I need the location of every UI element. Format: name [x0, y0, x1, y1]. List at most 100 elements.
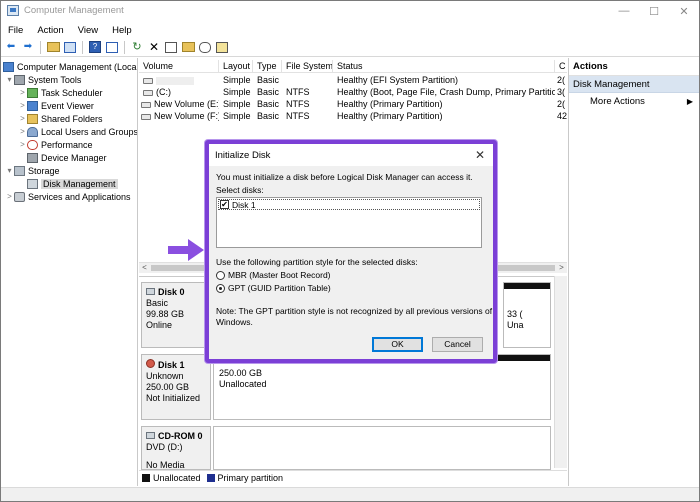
column-capacity[interactable]: C [555, 60, 567, 73]
properties-icon[interactable] [105, 40, 119, 54]
expand-arrow-icon[interactable]: > [18, 88, 27, 97]
more-actions-item[interactable]: More Actions ▶ [569, 93, 699, 110]
toolbar-separator [82, 40, 83, 54]
disk-row-cdrom-0[interactable]: CD-ROM 0 DVD (D:) No Media [139, 426, 553, 471]
legend-unallocated-swatch [142, 473, 150, 482]
column-status[interactable]: Status [333, 60, 555, 73]
settings-icon[interactable] [215, 40, 229, 54]
table-row[interactable]: Simple Basic Healthy (EFI System Partiti… [139, 74, 567, 86]
dialog-close-icon[interactable]: ✕ [472, 147, 488, 163]
expand-arrow-icon[interactable]: > [18, 101, 27, 110]
dialog-title-bar: Initialize Disk ✕ [209, 144, 493, 166]
navigation-tree: Computer Management (Local ▾ System Tool… [1, 58, 138, 486]
menu-view[interactable]: View [71, 25, 105, 36]
open-folder-icon[interactable] [181, 40, 195, 54]
legend-primary-swatch [206, 473, 215, 482]
pointer-arrow-icon [168, 239, 204, 261]
show-hide-tree-icon[interactable] [63, 40, 77, 54]
table-row[interactable]: New Volume (F:) Simple Basic NTFS Health… [139, 110, 567, 122]
tree-item-shared-folders[interactable]: > Shared Folders [18, 112, 103, 125]
delete-icon[interactable]: ✕ [147, 40, 161, 54]
expand-arrow-icon[interactable]: > [18, 140, 27, 149]
cancel-button[interactable]: Cancel [432, 337, 483, 352]
tree-item-system-tools[interactable]: ▾ System Tools [5, 73, 81, 86]
title-bar: Computer Management — ☐ ✕ [1, 1, 699, 21]
actions-section-disk-management[interactable]: Disk Management [569, 76, 699, 93]
back-arrow-icon[interactable]: ⬅ [4, 40, 18, 54]
tree-item-local-users[interactable]: > Local Users and Groups [18, 125, 137, 138]
scroll-right-icon[interactable]: > [556, 262, 567, 273]
tree-item-event-viewer[interactable]: > Event Viewer [18, 99, 94, 112]
cdrom-partition[interactable] [213, 426, 551, 470]
mbr-radio[interactable] [216, 270, 225, 280]
tree-item-storage[interactable]: ▾ Storage [5, 164, 60, 177]
copy-icon[interactable] [164, 40, 178, 54]
tree-item-device-manager[interactable]: Device Manager [18, 151, 107, 164]
shared-folders-icon [27, 113, 38, 124]
minimize-button[interactable]: — [609, 1, 639, 21]
tree-item-disk-management[interactable]: Disk Management [18, 177, 118, 190]
vertical-scrollbar[interactable] [554, 276, 567, 468]
tree-item-services-applications[interactable]: > Services and Applications [5, 190, 131, 203]
volume-icon [141, 101, 151, 108]
menu-action[interactable]: Action [30, 25, 70, 36]
dialog-intro-text: You must initialize a disk before Logica… [216, 172, 473, 182]
column-file-system[interactable]: File System [282, 60, 333, 73]
actions-pane: Actions Disk Management More Actions ▶ [568, 58, 699, 486]
toolbar-separator [40, 40, 41, 54]
expand-arrow-icon[interactable]: ▾ [5, 166, 14, 175]
device-manager-icon [27, 152, 38, 163]
expand-arrow-icon[interactable]: ▾ [5, 75, 14, 84]
table-row[interactable]: New Volume (E:) Simple Basic NTFS Health… [139, 98, 567, 110]
refresh-icon[interactable]: ↻ [130, 40, 144, 54]
column-type[interactable]: Type [253, 60, 282, 73]
tree-item-task-scheduler[interactable]: > Task Scheduler [18, 86, 103, 99]
menu-file[interactable]: File [1, 25, 30, 36]
disk-select-list[interactable]: ✔ Disk 1 [216, 197, 482, 248]
forward-arrow-icon[interactable]: ➡ [21, 40, 35, 54]
expand-arrow-icon[interactable]: > [5, 192, 14, 201]
list-item[interactable]: ✔ Disk 1 [218, 199, 480, 210]
up-folder-icon[interactable] [46, 40, 60, 54]
help-icon[interactable]: ? [88, 40, 102, 54]
tree-item-performance[interactable]: > Performance [18, 138, 93, 151]
expand-arrow-icon[interactable]: > [18, 127, 27, 136]
volume-icon [143, 77, 153, 84]
column-layout[interactable]: Layout [219, 60, 253, 73]
dialog-highlight-frame: Initialize Disk ✕ You must initialize a … [205, 140, 497, 363]
window-title: Computer Management [24, 5, 124, 16]
volume-icon [141, 113, 151, 120]
unallocated-bar [504, 283, 550, 289]
expand-arrow-icon[interactable]: > [18, 114, 27, 123]
gpt-option[interactable]: GPT (GUID Partition Table) [216, 283, 331, 293]
search-icon[interactable] [198, 40, 212, 54]
disk-label[interactable]: CD-ROM 0 DVD (D:) No Media [141, 426, 211, 470]
close-button[interactable]: ✕ [669, 1, 699, 21]
disk-0-partition[interactable]: 33 ( Una [503, 282, 551, 348]
disk-1-unallocated-partition[interactable]: 250.00 GB Unallocated [213, 354, 551, 420]
dialog-note-line-1: Note: The GPT partition style is not rec… [216, 306, 493, 316]
performance-icon [27, 139, 38, 150]
disk-label[interactable]: Disk 1 Unknown 250.00 GB Not Initialized [141, 354, 211, 420]
disk-1-checkbox[interactable]: ✔ [220, 200, 229, 209]
volume-icon [143, 89, 153, 96]
toolbar: ⬅ ➡ ? ↻ ✕ [1, 38, 699, 57]
scroll-left-icon[interactable]: < [139, 262, 150, 273]
storage-icon [14, 165, 25, 176]
menu-help[interactable]: Help [105, 25, 139, 36]
disk-label[interactable]: Disk 0 Basic 99.88 GB Online [141, 282, 211, 348]
ok-button[interactable]: OK [372, 337, 423, 352]
volume-list-header: Volume Layout Type File System Status C [139, 60, 567, 73]
maximize-button[interactable]: ☐ [639, 1, 669, 21]
services-icon [14, 191, 25, 202]
mbr-option[interactable]: MBR (Master Boot Record) [216, 270, 331, 280]
actions-title: Actions [569, 58, 699, 76]
column-volume[interactable]: Volume [139, 60, 219, 73]
computer-icon [3, 61, 14, 72]
tree-item-computer-management[interactable]: Computer Management (Local [3, 60, 137, 73]
dialog-title: Initialize Disk [215, 150, 271, 161]
table-row[interactable]: (C:) Simple Basic NTFS Healthy (Boot, Pa… [139, 86, 567, 98]
disk-row-disk-1[interactable]: Disk 1 Unknown 250.00 GB Not Initialized… [139, 354, 553, 422]
gpt-radio[interactable] [216, 283, 225, 293]
users-icon [27, 126, 38, 137]
